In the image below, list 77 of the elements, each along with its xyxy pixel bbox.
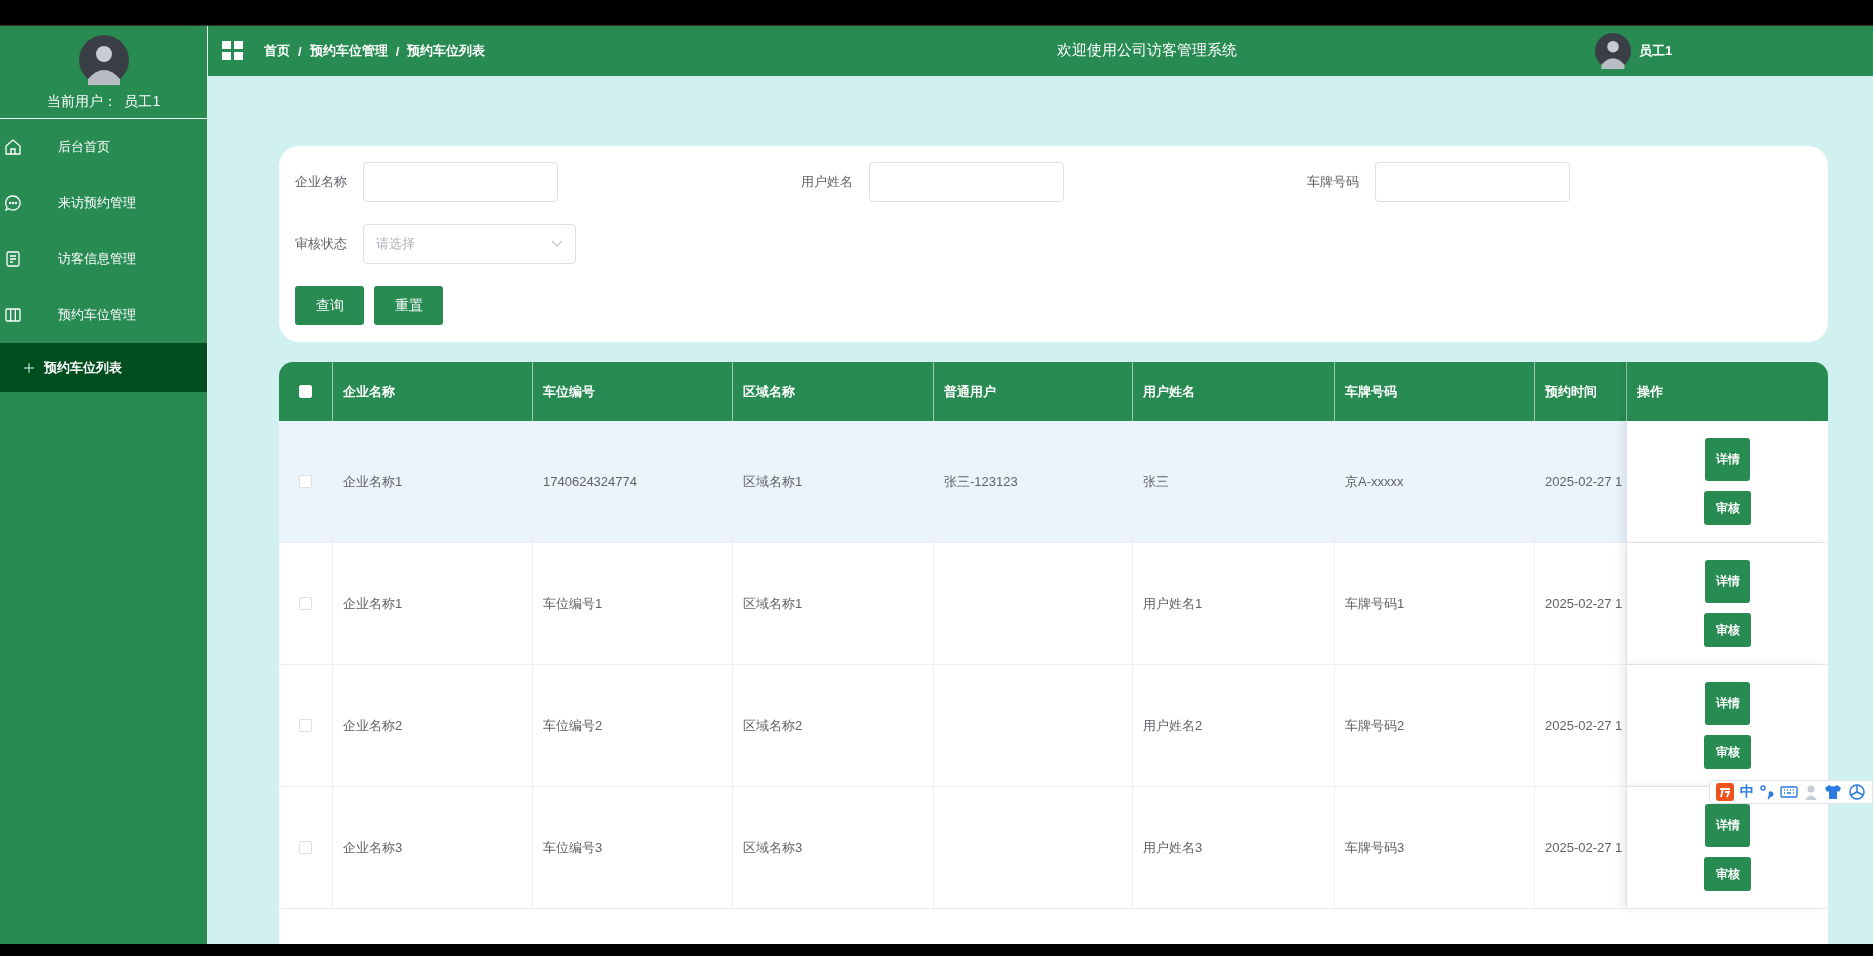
punctuation-icon[interactable] xyxy=(1760,784,1774,800)
sidebar-item[interactable]: 来访预约管理 xyxy=(0,175,207,231)
table-cell: 车牌号码2 xyxy=(1345,716,1405,735)
checkbox[interactable] xyxy=(299,841,312,854)
avatar xyxy=(78,35,129,85)
details-button[interactable]: 详情 xyxy=(1705,804,1750,847)
plus-icon xyxy=(24,362,34,373)
logo-icon[interactable] xyxy=(1716,783,1734,801)
table-cell: 用户姓名2 xyxy=(1143,716,1203,735)
checkbox[interactable] xyxy=(299,597,312,610)
sidebar-item[interactable]: 预约车位管理 xyxy=(0,287,207,343)
table-cell: 企业名称2 xyxy=(343,716,403,735)
review-button[interactable]: 审核 xyxy=(1704,491,1751,525)
search-button[interactable]: 查询 xyxy=(295,286,364,325)
table-cell: 张三 xyxy=(1143,472,1169,491)
current-user-label: 当前用户： 员工1 xyxy=(46,93,161,111)
table-cell: 京A-xxxxx xyxy=(1345,472,1404,491)
keyboard-icon[interactable] xyxy=(1780,785,1798,799)
table-cell: 2025-02-27 1 xyxy=(1545,840,1623,855)
checkbox[interactable] xyxy=(299,475,312,488)
table-cell: 车牌号码3 xyxy=(1345,838,1405,857)
breadcrumb-item[interactable]: 预约车位管理 xyxy=(309,42,388,60)
user-name: 员工1 xyxy=(1639,42,1673,60)
sidebar-item[interactable]: 访客信息管理 xyxy=(0,231,207,287)
review-button[interactable]: 审核 xyxy=(1704,735,1751,769)
details-button[interactable]: 详情 xyxy=(1705,560,1750,603)
home-icon xyxy=(4,138,22,156)
input-field[interactable] xyxy=(1375,162,1570,202)
table-row[interactable]: 企业名称1 1740624324774 区域名称1 张三-123123 张三 京A-xxxxx 2025-02-27 1 详情 审核 xyxy=(279,421,1828,543)
person-icon[interactable] xyxy=(1804,784,1818,800)
details-button[interactable]: 详情 xyxy=(1705,438,1750,481)
breadcrumb-item[interactable]: 预约车位列表 xyxy=(407,42,486,60)
table-cell: 2025-02-27 1 xyxy=(1545,718,1623,733)
table-cell: 企业名称3 xyxy=(343,838,403,857)
table-row[interactable]: 企业名称1 车位编号1 区域名称1 用户姓名1 车牌号码1 2025-02-27 1 详情 审核 xyxy=(279,543,1828,665)
input-field[interactable] xyxy=(363,162,558,202)
review-button[interactable]: 审核 xyxy=(1704,613,1751,647)
table-cell: 用户姓名3 xyxy=(1143,838,1203,857)
table-cell: 企业名称1 xyxy=(343,472,403,491)
field-label: 企业名称 xyxy=(295,173,348,191)
table-cell: 用户姓名1 xyxy=(1143,594,1203,613)
sidebar-subitem[interactable]: 预约车位列表 xyxy=(0,343,207,392)
columns-icon xyxy=(4,306,22,324)
review-button[interactable]: 审核 xyxy=(1704,857,1751,891)
field-label: 审核状态 xyxy=(295,235,348,253)
grid-icon[interactable] xyxy=(222,41,244,61)
breadcrumb-separator: / xyxy=(298,43,302,59)
table-cell: 企业名称1 xyxy=(343,594,403,613)
select-field[interactable]: 请选择 xyxy=(363,224,576,264)
table-cell: 区域名称2 xyxy=(743,716,803,735)
reset-button[interactable]: 重置 xyxy=(374,286,443,325)
table-cell: 1740624324774 xyxy=(543,474,637,489)
table-cell: 区域名称1 xyxy=(743,594,803,613)
table-cell: 2025-02-27 1 xyxy=(1545,596,1623,611)
field-label: 车牌号码 xyxy=(1307,173,1360,191)
field-label: 用户姓名 xyxy=(801,173,854,191)
table-cell: 区域名称3 xyxy=(743,838,803,857)
table-cell: 车牌号码1 xyxy=(1345,594,1405,613)
column-header: 操作 xyxy=(1627,362,1828,421)
breadcrumb-item[interactable]: 首页 xyxy=(264,42,290,60)
table-cell: 车位编号1 xyxy=(543,594,603,613)
checkbox[interactable] xyxy=(299,719,312,732)
shirt-icon[interactable] xyxy=(1824,784,1842,800)
document-icon xyxy=(4,250,22,268)
input-field[interactable] xyxy=(869,162,1064,202)
table-cell: 车位编号2 xyxy=(543,716,603,735)
chevron-down-icon xyxy=(551,240,563,248)
details-button[interactable]: 详情 xyxy=(1705,682,1750,725)
table-cell: 区域名称1 xyxy=(743,472,803,491)
chat-icon xyxy=(4,194,22,212)
table-cell: 车位编号3 xyxy=(543,838,603,857)
page-title: 欢迎使用公司访客管理系统 xyxy=(1057,41,1237,60)
avatar xyxy=(1595,33,1631,69)
sidebar-item[interactable]: 后台首页 xyxy=(0,119,207,175)
breadcrumb-separator: / xyxy=(395,43,400,59)
table-cell: 张三-123123 xyxy=(944,472,1018,491)
table-cell: 2025-02-27 1 xyxy=(1545,474,1623,489)
